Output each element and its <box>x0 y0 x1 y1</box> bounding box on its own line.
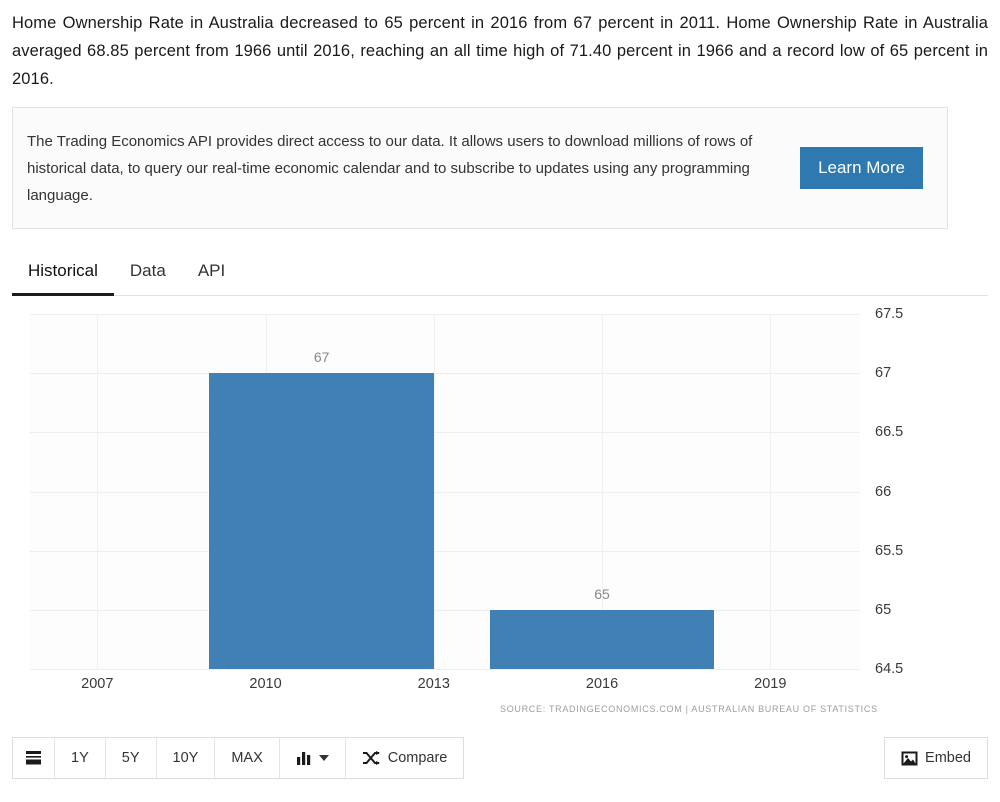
tab-api[interactable]: API <box>182 261 241 296</box>
grid-line-horizontal <box>30 432 860 434</box>
y-axis-tick-label: 67.5 <box>875 306 904 322</box>
compare-label: Compare <box>387 750 448 766</box>
tab-data[interactable]: Data <box>114 261 182 296</box>
chart-source-note: SOURCE: TRADINGECONOMICS.COM | AUSTRALIA… <box>500 704 878 714</box>
grid-line-horizontal <box>30 609 860 611</box>
x-axis-tick-label: 2007 <box>81 676 114 692</box>
y-axis-tick-label: 64.5 <box>875 661 904 677</box>
chart-bar-label: 65 <box>594 585 610 602</box>
grid-line-vertical <box>433 314 435 669</box>
x-axis-tick-label: 2010 <box>249 676 282 692</box>
grid-line-horizontal <box>30 491 860 493</box>
grid-line-horizontal <box>30 314 860 315</box>
list-menu-button[interactable] <box>13 738 55 778</box>
chart-bar[interactable] <box>209 373 434 669</box>
embed-button[interactable]: Embed <box>884 737 988 779</box>
y-axis-tick-label: 67 <box>875 365 892 382</box>
range-button-max[interactable]: MAX <box>215 738 280 778</box>
x-axis-tick-label: 2013 <box>417 676 450 692</box>
tab-historical[interactable]: Historical <box>12 261 114 296</box>
summary-text: Home Ownership Rate in Australia decreas… <box>12 14 988 88</box>
grid-line-horizontal <box>30 550 860 552</box>
grid-line-vertical <box>770 314 772 669</box>
api-promo-panel: The Trading Economics API provides direc… <box>12 107 948 229</box>
grid-line-horizontal <box>30 373 860 375</box>
y-axis-tick-label: 65.5 <box>875 542 904 559</box>
y-axis-tick-label: 66.5 <box>875 424 904 441</box>
chart-tabs: Historical Data API <box>12 249 988 296</box>
range-button-5y[interactable]: 5Y <box>105 738 157 778</box>
compare-button[interactable]: Compare <box>345 738 464 778</box>
list-icon <box>25 750 42 766</box>
x-axis-tick-label: 2019 <box>754 676 787 692</box>
grid-line-vertical <box>97 314 99 669</box>
chevron-down-icon <box>318 755 329 761</box>
image-icon <box>901 751 918 766</box>
shuffle-icon <box>362 751 380 765</box>
y-axis-tick-label: 66 <box>875 483 892 500</box>
api-promo-text: The Trading Economics API provides direc… <box>27 132 753 204</box>
grid-line-horizontal <box>30 669 860 670</box>
chart-bar-label: 67 <box>313 349 330 366</box>
summary-paragraph: Home Ownership Rate in Australia decreas… <box>0 0 1000 93</box>
chart-bar[interactable] <box>489 609 715 669</box>
chart-toolbar-left: 1Y 5Y 10Y MAX Compare <box>12 737 465 779</box>
y-axis-tick-label: 65 <box>875 601 892 618</box>
learn-more-button[interactable]: Learn More <box>800 147 923 189</box>
chart-container: 67 65 67.5 67 66.5 66 65.5 65 64.5 2007 2010 2013… <box>0 304 1000 724</box>
embed-label: Embed <box>925 750 971 766</box>
chart-type-dropdown[interactable] <box>279 738 346 778</box>
chart-toolbar: 1Y 5Y 10Y MAX Compare Embed <box>12 736 988 780</box>
range-button-10y[interactable]: 10Y <box>156 738 216 778</box>
chart-plot-area[interactable]: 67 65 <box>30 314 860 670</box>
bar-chart-icon <box>296 751 313 765</box>
range-button-1y[interactable]: 1Y <box>55 738 106 778</box>
x-axis-tick-label: 2016 <box>585 676 619 692</box>
